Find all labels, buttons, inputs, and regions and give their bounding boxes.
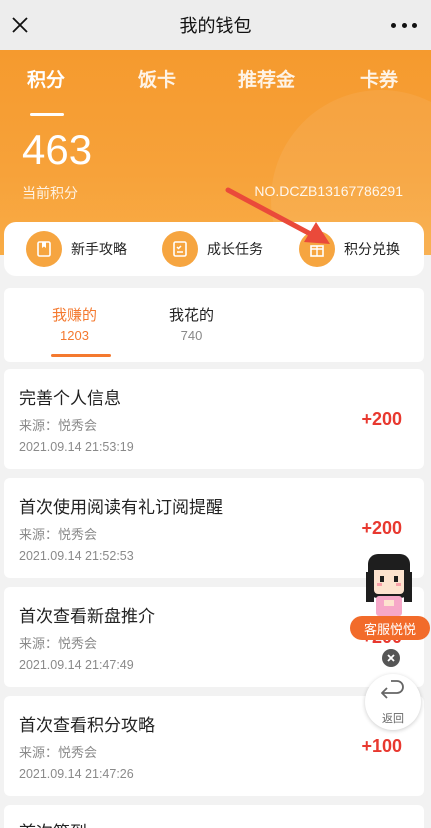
points-balance: 463 [22, 126, 93, 173]
record-source: 来源：悦秀会 [19, 419, 98, 434]
back-button[interactable]: 返回 [365, 674, 421, 730]
tab-earned[interactable]: 我赚的 1203 [52, 304, 97, 343]
tab-spent[interactable]: 我花的 740 [169, 304, 214, 343]
tab-points[interactable]: 积分 [27, 65, 65, 92]
record-time: 2021.09.14 21:53:19 [19, 440, 134, 454]
wallet-tabs: 积分 饭卡 推荐金 卡券 [0, 65, 431, 116]
customer-service-widget[interactable]: 客服悦悦 [348, 552, 430, 644]
record-title: 首次使用阅读有礼订阅提醒 [19, 498, 223, 518]
top-bar: 我的钱包 [0, 0, 431, 50]
customer-service-avatar [366, 554, 412, 616]
tab-meal-card[interactable]: 饭卡 [138, 65, 176, 92]
points-label: 当前积分 [22, 186, 78, 202]
record-time: 2021.09.14 21:47:26 [19, 767, 134, 781]
return-arrow-icon [381, 680, 404, 699]
record-source: 来源：悦秀会 [19, 528, 98, 543]
more-icon[interactable] [391, 15, 417, 35]
record-title: 首次查看新盘推介 [19, 607, 155, 627]
list-item[interactable]: 完善个人信息 来源：悦秀会 2021.09.14 21:53:19 +200 [4, 369, 424, 469]
guide-label: 新手攻略 [71, 242, 127, 258]
record-source: 来源：悦秀会 [19, 637, 98, 652]
active-switch-indicator [51, 354, 111, 357]
quick-actions: 新手攻略 成长任务 积分兑换 [4, 222, 424, 276]
list-item[interactable]: 首次查看积分攻略 来源：悦秀会 2021.09.14 21:47:26 +100 [4, 696, 424, 796]
task-list-icon [162, 231, 198, 267]
guide-book-icon [26, 231, 62, 267]
growth-task-label: 成长任务 [207, 242, 263, 258]
points-exchange-label: 积分兑换 [344, 242, 400, 258]
close-icon[interactable] [382, 649, 400, 667]
spent-label: 我花的 [169, 306, 215, 324]
page-title: 我的钱包 [179, 16, 252, 37]
record-time: 2021.09.14 21:52:53 [19, 549, 134, 563]
close-icon[interactable] [6, 11, 34, 39]
record-time: 2021.09.14 21:47:49 [19, 658, 134, 672]
guide-button[interactable]: 新手攻略 [26, 231, 127, 267]
member-number: NO.DCZB13167786291 [254, 183, 403, 199]
growth-task-button[interactable]: 成长任务 [162, 231, 263, 267]
record-points: +100 [361, 736, 402, 756]
spent-count: 740 [180, 328, 203, 343]
points-exchange-button[interactable]: 积分兑换 [299, 231, 400, 267]
record-points: +200 [361, 518, 402, 538]
earned-count: 1203 [60, 328, 89, 343]
tab-referral-bonus[interactable]: 推荐金 [238, 65, 295, 92]
earned-label: 我赚的 [52, 306, 98, 324]
record-source: 来源：悦秀会 [19, 746, 98, 761]
record-title: 首次查看积分攻略 [19, 716, 155, 736]
earn-spend-switch: 我赚的 1203 我花的 740 [4, 288, 424, 362]
tab-coupons[interactable]: 卡券 [360, 65, 398, 92]
record-title: 首次签到 [19, 818, 87, 828]
record-title: 完善个人信息 [19, 389, 121, 409]
back-label: 返回 [382, 712, 404, 725]
customer-service-label: 客服悦悦 [350, 616, 430, 640]
list-item[interactable]: 首次签到 [4, 805, 424, 828]
record-points: +200 [361, 409, 402, 429]
active-tab-indicator [30, 113, 64, 116]
gift-exchange-icon [299, 231, 335, 267]
